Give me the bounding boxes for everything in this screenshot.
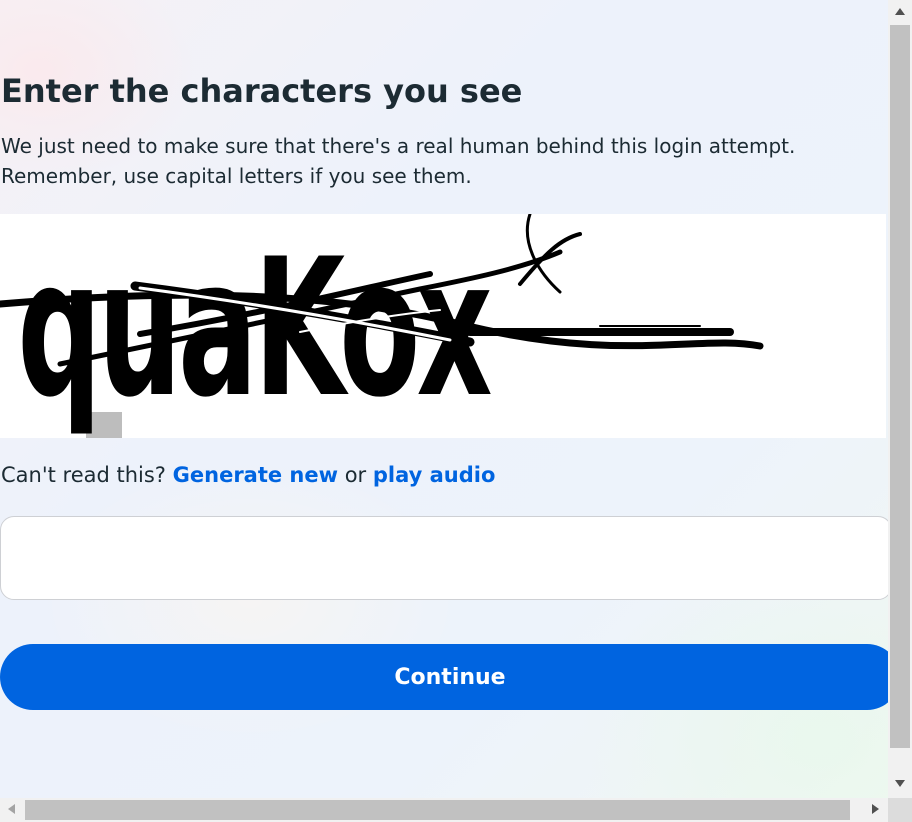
captcha-input[interactable]: [1, 517, 891, 599]
horizontal-scrollbar-thumb[interactable]: [25, 800, 850, 820]
play-audio-link[interactable]: play audio: [373, 463, 496, 487]
scroll-down-arrow-icon[interactable]: [895, 780, 905, 787]
captcha-input-container: [0, 516, 892, 600]
page-title: Enter the characters you see: [1, 72, 523, 110]
page-subtitle: We just need to make sure that there's a…: [1, 131, 881, 191]
generate-new-link[interactable]: Generate new: [173, 463, 338, 487]
help-or-text: or: [338, 463, 373, 487]
vertical-scrollbar[interactable]: [888, 0, 912, 798]
subtitle-line-2: Remember, use capital letters if you see…: [1, 164, 472, 188]
help-prefix: Can't read this?: [1, 463, 173, 487]
captcha-image: quaKox: [0, 214, 886, 438]
scroll-left-arrow-icon[interactable]: [8, 804, 15, 814]
captcha-graphic: quaKox: [0, 214, 764, 438]
captcha-help-text: Can't read this? Generate new or play au…: [1, 463, 495, 487]
vertical-scrollbar-thumb[interactable]: [890, 25, 910, 748]
continue-button[interactable]: Continue: [0, 644, 900, 710]
scrollbar-corner: [888, 798, 912, 822]
scroll-up-arrow-icon[interactable]: [895, 8, 905, 15]
subtitle-line-1: We just need to make sure that there's a…: [1, 134, 796, 158]
horizontal-scrollbar[interactable]: [0, 798, 888, 822]
scroll-right-arrow-icon[interactable]: [872, 804, 879, 814]
